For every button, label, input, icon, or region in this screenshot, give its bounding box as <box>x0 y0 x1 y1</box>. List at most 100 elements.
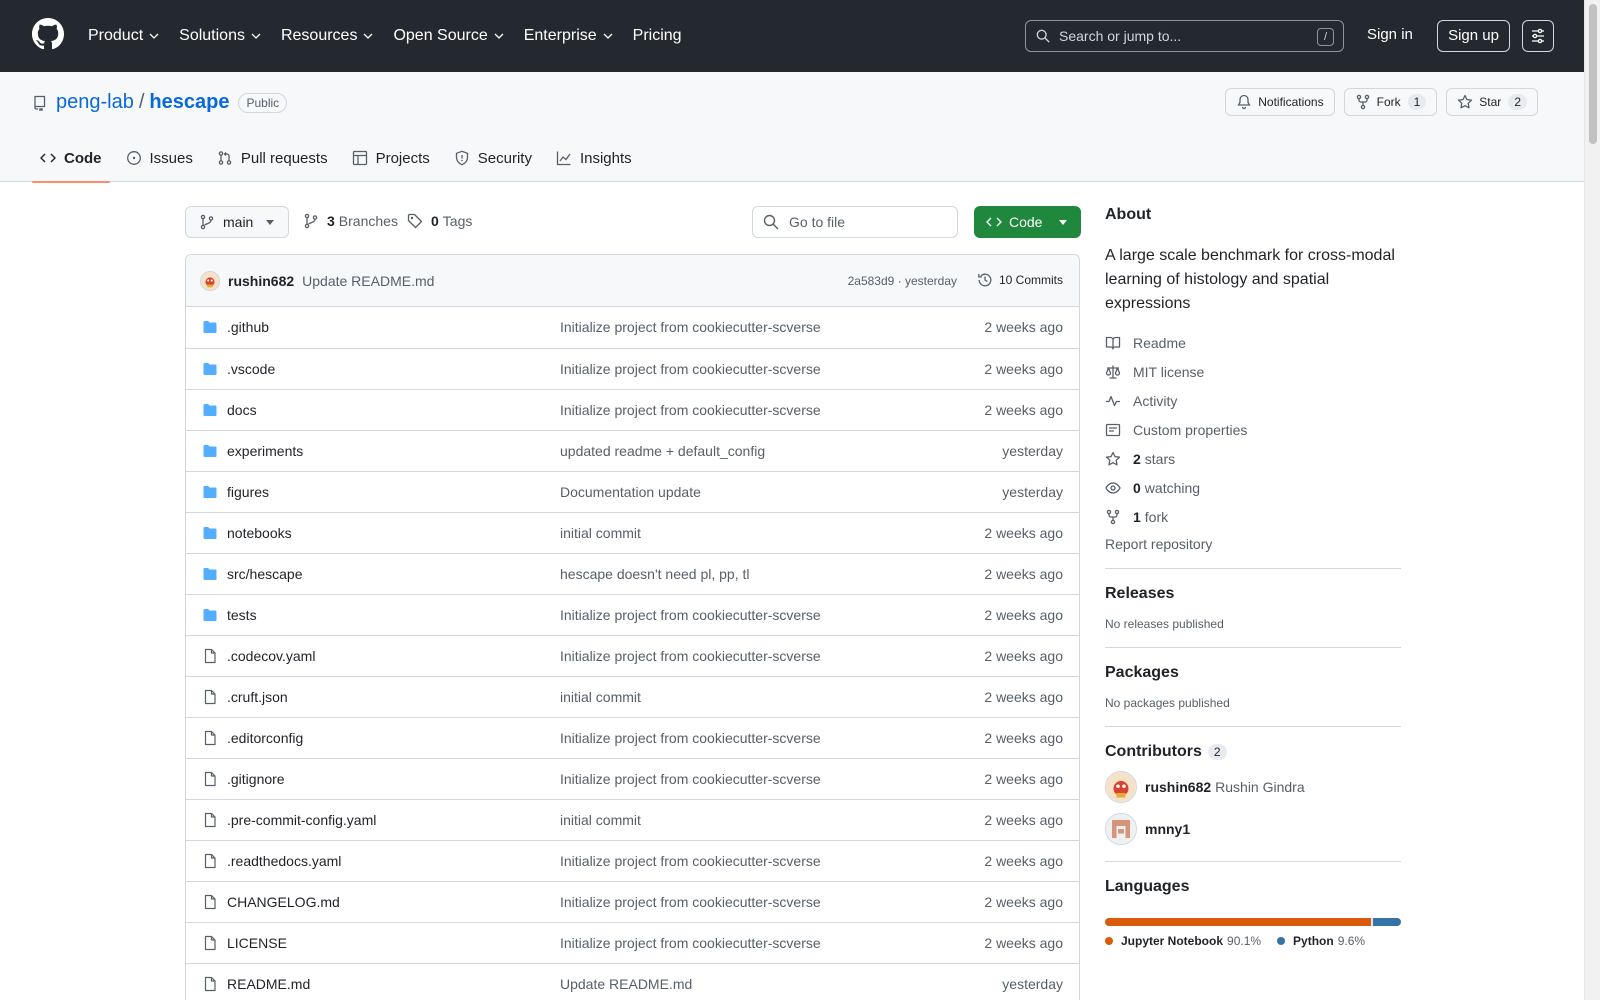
contributor-login[interactable]: rushin682 <box>1145 779 1211 795</box>
table-row[interactable]: docs Initialize project from cookiecutter… <box>186 389 1079 430</box>
file-name-link[interactable]: experiments <box>227 443 303 459</box>
nav-resources[interactable]: Resources <box>281 27 373 45</box>
table-row[interactable]: LICENSE Initialize project from cookiecut… <box>186 922 1079 963</box>
file-name-link[interactable]: src/hescape <box>227 566 302 582</box>
file-name-link[interactable]: .editorconfig <box>227 730 303 746</box>
readme-link[interactable]: Readme <box>1105 328 1401 357</box>
notifications-button[interactable]: Notifications <box>1225 88 1335 116</box>
scrollbar-thumb[interactable] <box>1589 4 1597 144</box>
file-commit-message-link[interactable]: Initialize project from cookiecutter-scv… <box>560 402 821 418</box>
file-name-link[interactable]: notebooks <box>227 525 292 541</box>
table-row[interactable]: src/hescape hescape doesn't need pl, pp, … <box>186 553 1079 594</box>
table-row[interactable]: .readthedocs.yaml Initialize project from… <box>186 840 1079 881</box>
file-commit-message-link[interactable]: Documentation update <box>560 484 701 500</box>
table-row[interactable]: figures Documentation update yesterday <box>186 471 1079 512</box>
file-commit-message-link[interactable]: initial commit <box>560 689 641 705</box>
license-link[interactable]: MIT license <box>1105 357 1401 386</box>
file-name-link[interactable]: .readthedocs.yaml <box>227 853 341 869</box>
forks-link[interactable]: 1 fork <box>1105 502 1401 531</box>
file-commit-message-link[interactable]: Initialize project from cookiecutter-scv… <box>560 894 821 910</box>
sign-up-button[interactable]: Sign up <box>1437 20 1510 52</box>
settings-menu-button[interactable] <box>1522 20 1554 52</box>
file-commit-message-link[interactable]: Initialize project from cookiecutter-scv… <box>560 361 821 377</box>
avatar[interactable] <box>1105 813 1137 845</box>
nav-solutions[interactable]: Solutions <box>179 27 261 45</box>
tab-projects[interactable]: Projects <box>344 134 438 182</box>
commit-message-link[interactable]: Update README.md <box>302 273 434 289</box>
file-commit-message-link[interactable]: Initialize project from cookiecutter-scv… <box>560 771 821 787</box>
table-row[interactable]: .pre-commit-config.yaml initial commit 2 w… <box>186 799 1079 840</box>
fork-button[interactable]: Fork 1 <box>1343 88 1438 116</box>
file-commit-message-link[interactable]: Initialize project from cookiecutter-scv… <box>560 607 821 623</box>
file-name-link[interactable]: CHANGELOG.md <box>227 894 340 910</box>
branches-link[interactable]: 3 Branches <box>303 213 398 229</box>
file-commit-message-link[interactable]: updated readme + default_config <box>560 443 765 459</box>
tab-code[interactable]: Code <box>32 134 110 183</box>
code-dropdown-button[interactable]: Code <box>974 206 1081 238</box>
releases-heading[interactable]: Releases <box>1105 585 1401 603</box>
branch-selector[interactable]: main <box>185 206 289 238</box>
packages-heading[interactable]: Packages <box>1105 664 1401 682</box>
table-row[interactable]: CHANGELOG.md Initialize project from cook… <box>186 881 1079 922</box>
report-repository-link[interactable]: Report repository <box>1105 536 1401 552</box>
custom-properties-link[interactable]: Custom properties <box>1105 415 1401 444</box>
table-row[interactable]: .cruft.json initial commit 2 weeks ago <box>186 676 1079 717</box>
commit-author-link[interactable]: rushin682 <box>228 273 294 289</box>
file-name-link[interactable]: .codecov.yaml <box>227 648 315 664</box>
nav-enterprise[interactable]: Enterprise <box>524 27 613 45</box>
contributor-login[interactable]: mnny1 <box>1145 821 1190 837</box>
nav-pricing[interactable]: Pricing <box>633 27 682 45</box>
table-row[interactable]: .vscode Initialize project from cookiecut… <box>186 348 1079 389</box>
file-commit-message-link[interactable]: Initialize project from cookiecutter-scv… <box>560 935 821 951</box>
nav-product[interactable]: Product <box>88 27 159 45</box>
activity-link[interactable]: Activity <box>1105 386 1401 415</box>
table-row[interactable]: .codecov.yaml Initialize project from coo… <box>186 635 1079 676</box>
table-row[interactable]: .editorconfig Initialize project from coo… <box>186 717 1079 758</box>
table-row[interactable]: notebooks initial commit 2 weeks ago <box>186 512 1079 553</box>
file-commit-message-link[interactable]: Update README.md <box>560 976 692 992</box>
contributor-item[interactable]: mnny1 <box>1105 813 1401 845</box>
page-scrollbar[interactable] <box>1584 0 1600 1000</box>
file-commit-message-link[interactable]: initial commit <box>560 525 641 541</box>
search-input[interactable]: Search or jump to... / <box>1025 20 1344 52</box>
table-row[interactable]: .gitignore Initialize project from cookie… <box>186 758 1079 799</box>
tab-security[interactable]: Security <box>446 134 540 182</box>
repo-owner-link[interactable]: peng-lab <box>56 91 134 114</box>
table-row[interactable]: README.md Update README.md yesterday <box>186 963 1079 1000</box>
commit-hash-time[interactable]: 2a583d9 · yesterday <box>848 274 957 288</box>
table-row[interactable]: .github Initialize project from cookiecut… <box>186 307 1079 348</box>
file-commit-message-link[interactable]: Initialize project from cookiecutter-scv… <box>560 319 821 335</box>
file-name-link[interactable]: LICENSE <box>227 935 287 951</box>
file-name-link[interactable]: .cruft.json <box>227 689 288 705</box>
file-commit-message-link[interactable]: initial commit <box>560 812 641 828</box>
language-item[interactable]: Python 9.6% <box>1277 934 1365 948</box>
file-name-link[interactable]: .gitignore <box>227 771 285 787</box>
table-row[interactable]: tests Initialize project from cookiecutte… <box>186 594 1079 635</box>
watching-link[interactable]: 0 watching <box>1105 473 1401 502</box>
file-commit-message-link[interactable]: Initialize project from cookiecutter-scv… <box>560 853 821 869</box>
avatar[interactable] <box>1105 771 1137 803</box>
file-name-link[interactable]: README.md <box>227 976 310 992</box>
language-item[interactable]: Jupyter Notebook 90.1% <box>1105 934 1261 948</box>
file-name-link[interactable]: .pre-commit-config.yaml <box>227 812 376 828</box>
github-logo-icon[interactable] <box>32 18 64 50</box>
contributors-heading[interactable]: Contributors 2 <box>1105 743 1401 761</box>
tags-link[interactable]: 0 Tags <box>407 213 472 229</box>
file-name-link[interactable]: docs <box>227 402 257 418</box>
tab-insights[interactable]: Insights <box>548 134 640 182</box>
file-name-link[interactable]: figures <box>227 484 269 500</box>
stars-link[interactable]: 2 stars <box>1105 444 1401 473</box>
file-name-link[interactable]: tests <box>227 607 257 623</box>
file-name-link[interactable]: .github <box>227 319 269 335</box>
star-button[interactable]: Star 2 <box>1446 88 1538 116</box>
file-commit-message-link[interactable]: hescape doesn't need pl, pp, tl <box>560 566 749 582</box>
tab-pull-requests[interactable]: Pull requests <box>209 134 336 182</box>
repo-name-link[interactable]: hescape <box>149 91 229 114</box>
table-row[interactable]: experiments updated readme + default_conf… <box>186 430 1079 471</box>
sign-in-link[interactable]: Sign in <box>1367 26 1413 43</box>
tab-issues[interactable]: Issues <box>118 134 201 182</box>
nav-open-source[interactable]: Open Source <box>393 27 504 45</box>
file-commit-message-link[interactable]: Initialize project from cookiecutter-scv… <box>560 730 821 746</box>
commits-history-link[interactable]: 10 Commits <box>977 272 1063 288</box>
avatar[interactable] <box>200 270 220 291</box>
